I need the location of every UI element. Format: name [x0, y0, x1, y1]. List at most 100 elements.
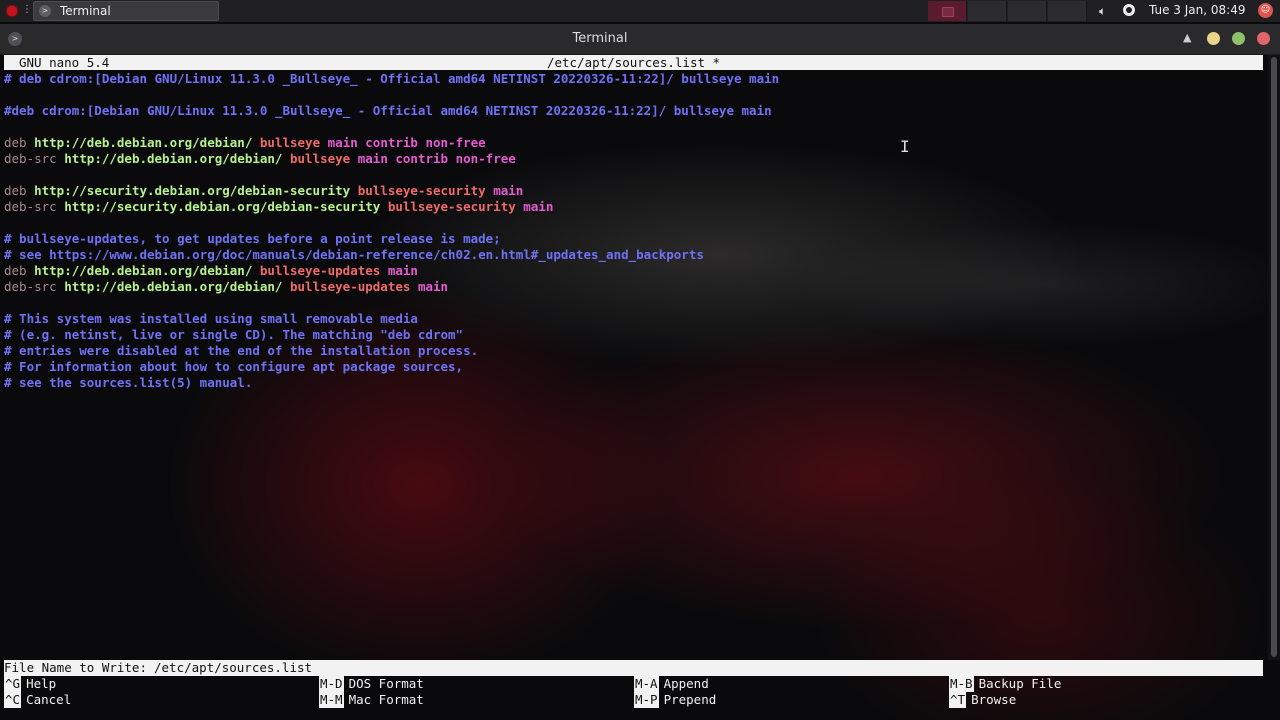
shortcut-label: Cancel	[26, 692, 72, 707]
editor-token: main	[417, 279, 449, 294]
editor-token	[350, 151, 358, 166]
editor-token: http://deb.debian.org/debian/	[64, 279, 283, 294]
editor-token	[320, 135, 328, 150]
editor-line: # deb cdrom:[Debian GNU/Linux 11.3.0 _Bu…	[4, 71, 1254, 87]
editor-token: bullseye-security	[357, 183, 486, 198]
shortcut-item[interactable]: M-P Prepend	[634, 692, 716, 708]
editor-token: bullseye	[290, 151, 351, 166]
editor-token: bullseye-updates	[290, 279, 411, 294]
taskbar-button-terminal[interactable]: > Terminal	[33, 1, 219, 21]
debian-menu-icon[interactable]	[5, 4, 19, 18]
shortcut-item[interactable]: M-A Append	[634, 676, 709, 692]
filename-input[interactable]	[154, 660, 754, 676]
editor-token: deb-src	[4, 151, 57, 166]
editor-token: http://deb.debian.org/debian/	[34, 135, 253, 150]
editor-line: #deb cdrom:[Debian GNU/Linux 11.3.0 _Bul…	[4, 103, 1254, 119]
editor-token: main	[387, 263, 418, 278]
user-avatar-icon[interactable]: ☺	[1258, 3, 1273, 18]
editor-token: deb	[4, 135, 27, 150]
shortcut-label: Backup File	[978, 676, 1062, 691]
editor-token: # (e.g. netinst, live or single CD). The…	[4, 327, 464, 342]
scrollbar[interactable]	[1268, 55, 1280, 660]
editor-token: #deb cdrom:[Debian GNU/Linux 11.3.0 _Bul…	[4, 103, 772, 118]
editor-token: bullseye	[259, 135, 321, 150]
volume-icon[interactable]: 🔈︎	[1099, 4, 1106, 19]
editor-token: bullseye-updates	[259, 263, 381, 278]
shortcut-key: ^C	[4, 692, 22, 708]
editor-token	[410, 279, 418, 294]
shortcut-item[interactable]: M-D DOS Format	[319, 676, 424, 692]
shortcut-key: M-A	[634, 676, 659, 692]
editor-token: http://security.debian.org/debian-securi…	[34, 183, 351, 198]
taskbar-label: Terminal	[60, 4, 111, 18]
shortcut-label: Mac Format	[348, 692, 424, 707]
editor-token: # For information about how to configure…	[4, 359, 464, 374]
shortcut-label: DOS Format	[348, 676, 424, 691]
editor-token: # bullseye-updates, to get updates befor…	[4, 231, 501, 246]
editor-token	[380, 199, 388, 214]
editor-line: deb-src http://deb.debian.org/debian/ bu…	[4, 151, 1254, 167]
shortcut-label: Append	[663, 676, 709, 691]
editor-token: # see https://www.debian.org/doc/manuals…	[4, 247, 704, 262]
window-titlebar[interactable]: > Terminal ▲	[0, 24, 1280, 55]
scrollbar-thumb[interactable]	[1271, 57, 1277, 657]
editor-token	[27, 183, 35, 198]
shortcut-label: Help	[26, 676, 57, 691]
editor-line: deb http://deb.debian.org/debian/ bullse…	[4, 135, 1254, 151]
editor-token: http://deb.debian.org/debian/	[34, 263, 253, 278]
workspace-window-thumb	[942, 7, 954, 17]
shortcut-key: M-M	[319, 692, 344, 708]
editor-line: # see the sources.list(5) manual.	[4, 375, 1254, 391]
editor-token	[282, 151, 290, 166]
editor-line: # This system was installed using small …	[4, 311, 1254, 327]
editor-token: deb-src	[4, 199, 57, 214]
editor-line: # entries were disabled at the end of th…	[4, 343, 1254, 359]
editor-buffer[interactable]: # deb cdrom:[Debian GNU/Linux 11.3.0 _Bu…	[4, 71, 1254, 391]
shortcut-key: ^T	[949, 692, 967, 708]
close-button[interactable]	[1257, 32, 1270, 45]
text-cursor-icon: I	[900, 137, 910, 156]
terminal-icon: >	[39, 5, 51, 17]
clock[interactable]: Tue 3 Jan, 08:49	[1149, 3, 1245, 17]
write-prompt-bar: File Name to Write:	[4, 660, 1263, 676]
editor-token: main contrib non-free	[357, 151, 516, 166]
shortcut-item[interactable]: ^T Browse	[949, 692, 1016, 708]
editor-token: http://security.debian.org/debian-securi…	[64, 199, 381, 214]
workspace-4[interactable]	[1048, 1, 1087, 21]
shortcut-label: Browse	[971, 692, 1017, 707]
editor-line: # bullseye-updates, to get updates befor…	[4, 231, 1254, 247]
terminal-area[interactable]: GNU nano 5.4 /etc/apt/sources.list * # d…	[0, 55, 1280, 720]
shortcut-item[interactable]: M-M Mac Format	[319, 692, 424, 708]
editor-token	[27, 263, 35, 278]
editor-line: deb http://security.debian.org/debian-se…	[4, 183, 1254, 199]
workspace-switcher	[928, 0, 1087, 22]
editor-line: deb-src http://security.debian.org/debia…	[4, 199, 1254, 215]
editor-line: # (e.g. netinst, live or single CD). The…	[4, 327, 1254, 343]
workspace-1[interactable]	[928, 1, 967, 21]
shortcut-bar: ^G Help ^C Cancel M-D DOS Format M-M Mac Format…	[4, 676, 1264, 708]
editor-token: # This system was installed using small …	[4, 311, 418, 326]
shortcut-item[interactable]: M-B Backup File	[949, 676, 1061, 692]
editor-line: # see https://www.debian.org/doc/manuals…	[4, 247, 1254, 263]
shortcut-key: ^G	[4, 676, 22, 692]
chevron-up-icon[interactable]: ▲	[1183, 31, 1191, 44]
shortcut-item[interactable]: ^G Help	[4, 676, 56, 692]
editor-token: http://deb.debian.org/debian/	[64, 151, 283, 166]
editor-token: main	[523, 199, 554, 214]
shortcut-item[interactable]: ^C Cancel	[4, 692, 71, 708]
prompt-label: File Name to Write:	[4, 660, 147, 675]
editor-token: main	[493, 183, 524, 198]
workspace-2[interactable]	[968, 1, 1007, 21]
editor-token: deb	[4, 263, 27, 278]
nano-filename: /etc/apt/sources.list *	[546, 55, 721, 70]
notifications-icon[interactable]	[1123, 4, 1135, 16]
workspace-3[interactable]	[1008, 1, 1047, 21]
editor-token: # see the sources.list(5) manual.	[4, 375, 253, 390]
minimize-button[interactable]	[1207, 32, 1220, 45]
maximize-button[interactable]	[1232, 32, 1245, 45]
shortcut-key: M-B	[949, 676, 974, 692]
